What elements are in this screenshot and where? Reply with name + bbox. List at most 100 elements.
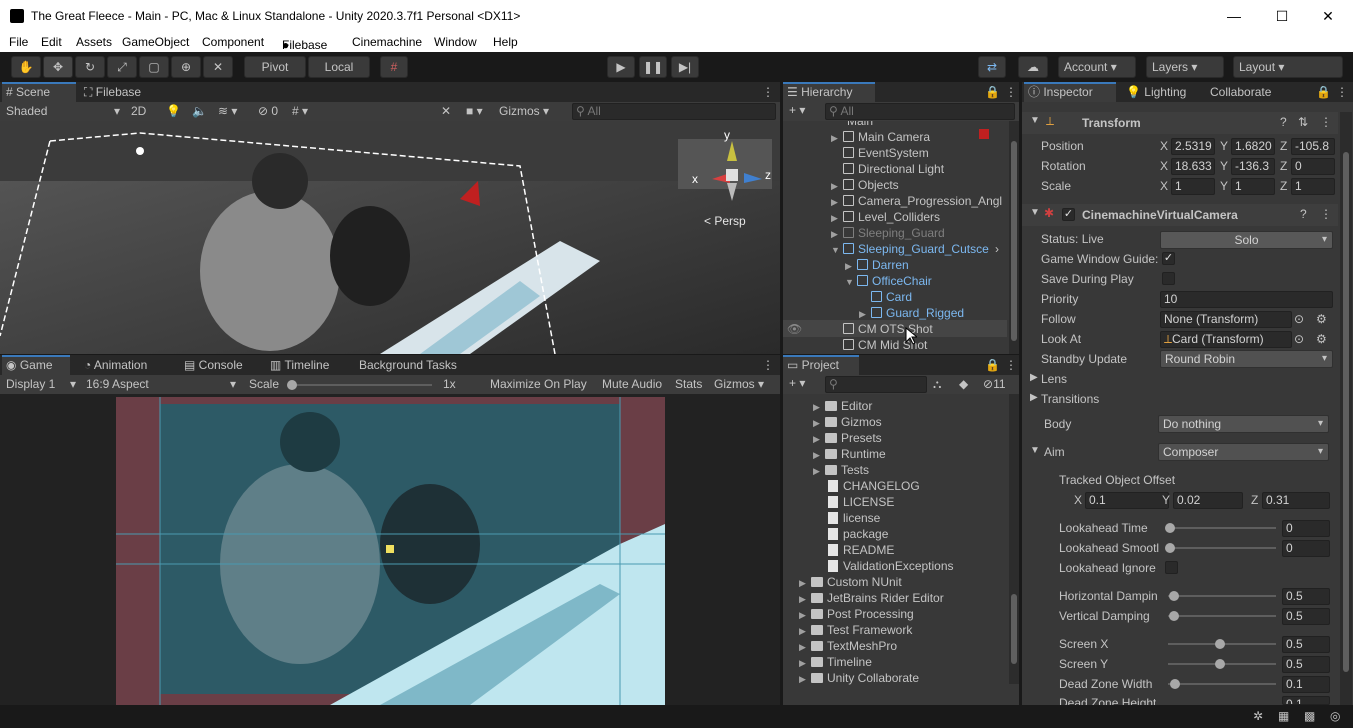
project-item[interactable]: LICENSE <box>828 494 894 510</box>
transitions-foldout[interactable]: Transitions <box>1041 392 1099 406</box>
grid-snap-icon[interactable]: # <box>380 56 408 78</box>
project-item[interactable]: ▶ Editor <box>813 398 872 414</box>
gizmos-dropdown[interactable]: Gizmos ▾ <box>499 104 549 118</box>
project-item[interactable]: ▶ Tests <box>813 462 869 478</box>
menu-edit[interactable]: Edit <box>41 35 62 49</box>
vertical-damping-field[interactable]: 0.5 <box>1282 608 1330 625</box>
hierarchy-item-main[interactable]: Main <box>847 121 873 129</box>
layers-dropdown[interactable]: Layers ▾ <box>1146 56 1224 78</box>
menu-component[interactable]: Component <box>202 35 264 49</box>
filter-label-icon[interactable]: ◆ <box>959 377 968 391</box>
lookahead-smooth-knob[interactable] <box>1165 543 1175 553</box>
local-toggle[interactable]: Local <box>308 56 370 78</box>
screen-y-field[interactable]: 0.5 <box>1282 656 1330 673</box>
project-item[interactable]: ▶ TextMeshPro <box>799 638 897 654</box>
tab-background-tasks[interactable]: Background Tasks <box>355 355 461 375</box>
lookahead-time-knob[interactable] <box>1165 523 1175 533</box>
hierarchy-item[interactable]: Card <box>871 289 912 305</box>
offset-y-field[interactable]: 0.02 <box>1173 492 1243 509</box>
position-z-field[interactable]: -105.8 <box>1291 138 1335 155</box>
project-menu-icon[interactable]: ⋮ <box>1001 355 1021 375</box>
stats-toggle[interactable]: Stats <box>675 377 702 391</box>
transitions-foldout-arrow[interactable]: ▶ <box>1030 392 1038 403</box>
project-item[interactable]: ▶ Test Framework <box>799 622 912 638</box>
lens-foldout-arrow[interactable]: ▶ <box>1030 372 1038 383</box>
project-item[interactable]: ▶ Unity Collaborate <box>799 670 919 686</box>
lookahead-time-field[interactable]: 0 <box>1282 520 1330 537</box>
help-icon[interactable]: ? <box>1280 115 1287 129</box>
lookahead-smooth-field[interactable]: 0 <box>1282 540 1330 557</box>
scene-menu-icon[interactable]: ⋮ <box>758 82 778 102</box>
hierarchy-item[interactable]: ▶ Objects <box>831 177 899 193</box>
aim-foldout-arrow[interactable]: ▼ <box>1030 445 1040 456</box>
rotation-z-field[interactable]: 0 <box>1291 158 1335 175</box>
scale-z-field[interactable]: 1 <box>1291 178 1335 195</box>
project-item[interactable]: license <box>828 510 880 526</box>
tab-collaborate[interactable]: Collaborate <box>1206 82 1275 102</box>
rect-tool-icon[interactable]: ▢ <box>139 56 169 78</box>
tab-lighting[interactable]: 💡 Lighting <box>1122 82 1190 102</box>
hidden-objects-icon[interactable]: ⊘ 0 <box>258 104 278 118</box>
game-viewport[interactable] <box>0 394 780 705</box>
hierarchy-scrollbar[interactable] <box>1009 121 1019 354</box>
hierarchy-add-button[interactable]: + ▾ <box>789 103 805 117</box>
lookahead-ignore-checkbox[interactable] <box>1165 561 1178 574</box>
menu-gameobject[interactable]: GameObject <box>122 35 189 49</box>
object-picker-icon[interactable]: ⊙ <box>1294 312 1304 326</box>
solo-button[interactable]: Solo <box>1160 231 1333 249</box>
hierarchy-item[interactable]: ▶ Main Camera <box>831 129 930 145</box>
settings-gear-icon[interactable]: ⚙ <box>1316 332 1327 346</box>
preset-icon[interactable]: ⇅ <box>1298 115 1308 129</box>
tab-filebase[interactable]: ⛶ Filebase <box>80 82 145 102</box>
scale-tool-icon[interactable]: ⤢ <box>107 56 137 78</box>
foldout-arrow-icon[interactable]: ▼ <box>1030 207 1040 218</box>
screen-x-field[interactable]: 0.5 <box>1282 636 1330 653</box>
hierarchy-item[interactable]: ▶ Darren <box>845 257 909 273</box>
custom-tool-icon[interactable]: ✕ <box>203 56 233 78</box>
position-x-field[interactable]: 2.5319 <box>1171 138 1215 155</box>
tab-inspector[interactable]: ⓘ Inspector <box>1024 82 1116 102</box>
inspector-menu-icon[interactable]: ⋮ <box>1332 82 1352 102</box>
move-tool-icon[interactable]: ✥ <box>43 56 73 78</box>
tab-hierarchy[interactable]: ☰ Hierarchy <box>783 82 875 102</box>
2d-toggle[interactable]: 2D <box>131 104 146 118</box>
project-item[interactable]: ▶ JetBrains Rider Editor <box>799 590 944 606</box>
close-button[interactable]: ✕ <box>1305 0 1351 32</box>
hierarchy-item[interactable]: ▼ OfficeChair <box>845 273 932 289</box>
aim-dropdown[interactable]: Composer <box>1158 443 1329 461</box>
dead-zone-width-slider[interactable] <box>1168 683 1276 685</box>
menu-help[interactable]: Help <box>493 35 518 49</box>
play-button[interactable]: ▶ <box>607 56 635 78</box>
project-add-button[interactable]: + ▾ <box>789 376 805 390</box>
transform-tool-icon[interactable]: ⊕ <box>171 56 201 78</box>
minimize-button[interactable]: — <box>1211 0 1257 32</box>
hierarchy-item[interactable]: Directional Light <box>843 161 944 177</box>
project-item[interactable]: ▶ Custom NUnit <box>799 574 902 590</box>
progress-icon[interactable]: ▦ <box>1278 709 1289 723</box>
project-item[interactable]: package <box>828 526 888 542</box>
horizontal-damping-field[interactable]: 0.5 <box>1282 588 1330 605</box>
vcam-enabled-checkbox[interactable]: ✓ <box>1062 208 1075 221</box>
scene-search-input[interactable]: ⚲ All <box>572 103 776 120</box>
hand-tool-icon[interactable]: ✋ <box>11 56 41 78</box>
scale-y-field[interactable]: 1 <box>1231 178 1275 195</box>
object-picker-icon[interactable]: ⊙ <box>1294 332 1304 346</box>
menu-window[interactable]: Window <box>434 35 477 49</box>
collab-icon[interactable]: ⇄ <box>978 56 1006 78</box>
lookahead-time-slider[interactable] <box>1168 527 1276 529</box>
audio-toggle-icon[interactable]: 🔈 <box>192 104 207 118</box>
save-during-play-checkbox[interactable] <box>1162 272 1175 285</box>
grid-toggle-icon[interactable]: # ▾ <box>292 104 308 118</box>
project-item[interactable]: ▶ Presets <box>813 430 882 446</box>
visibility-eye-icon[interactable]: 👁 <box>787 321 802 337</box>
component-menu-icon[interactable]: ⋮ <box>1320 207 1332 221</box>
account-dropdown[interactable]: Account ▾ <box>1058 56 1136 78</box>
tab-console[interactable]: ▤ Console <box>180 355 247 375</box>
horizontal-damping-knob[interactable] <box>1169 591 1179 601</box>
hidden-packages-icon[interactable]: ⊘11 <box>983 377 1006 391</box>
tab-scene[interactable]: # Scene <box>2 82 76 102</box>
vertical-damping-slider[interactable] <box>1168 615 1276 617</box>
help-icon[interactable]: ? <box>1300 207 1307 221</box>
lighting-toggle-icon[interactable]: 💡 <box>166 104 181 118</box>
tab-project[interactable]: ▭ Project <box>783 355 859 375</box>
